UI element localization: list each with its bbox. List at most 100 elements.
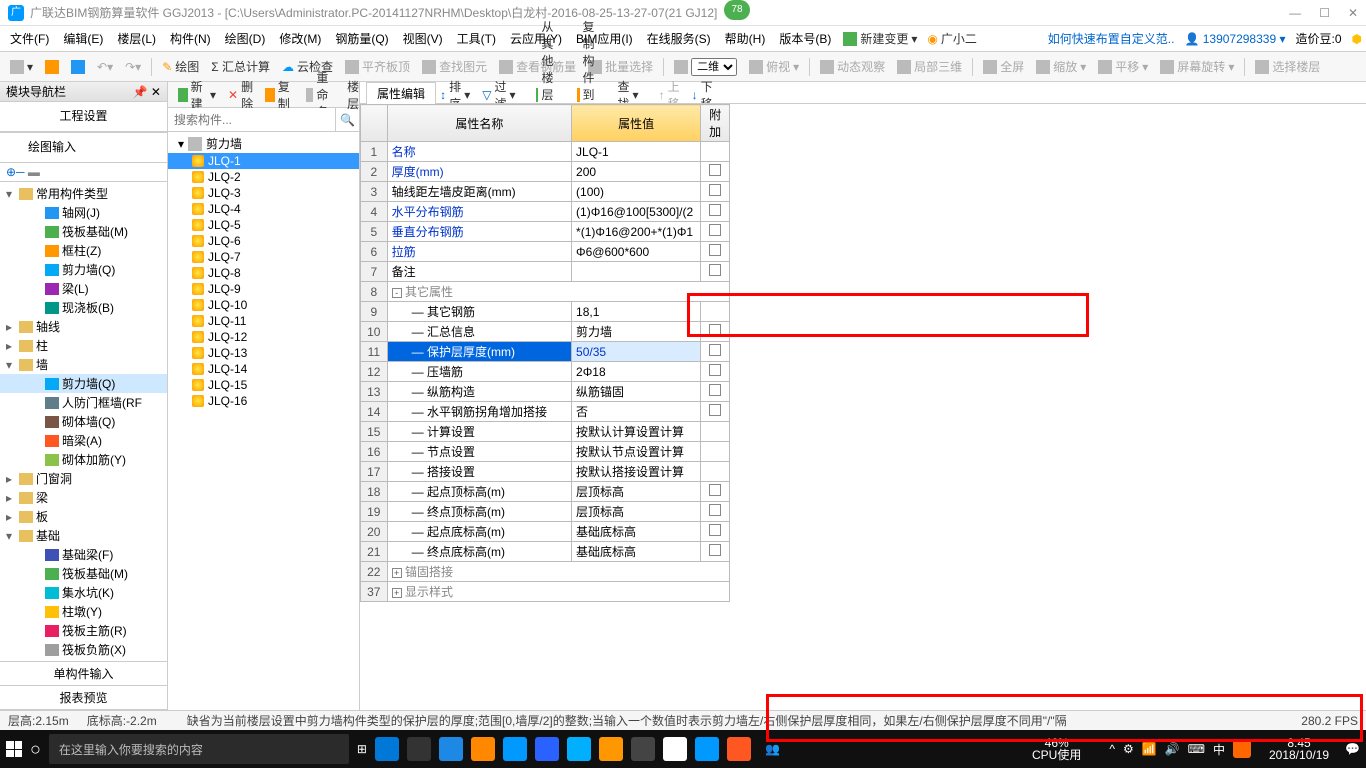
nav-tree-item[interactable]: 人防门框墙(RF (0, 393, 167, 412)
clock[interactable]: 8:452018/10/19 (1269, 737, 1329, 761)
nav-tree-item[interactable]: 梁(L) (0, 279, 167, 298)
pin-icon[interactable]: 📌 ✕ (133, 85, 161, 99)
draw-button[interactable]: ✎绘图 (158, 56, 203, 77)
tree-root[interactable]: ▾剪力墙 (168, 134, 359, 153)
select-floor-button[interactable]: 选择楼层 (1251, 56, 1324, 77)
nav-tree-item[interactable]: ▾墙 (0, 355, 167, 374)
property-row[interactable]: 22+ 锚固搭接 (361, 562, 730, 582)
component-item[interactable]: JLQ-13 (168, 345, 359, 361)
nav-tree-item[interactable]: 剪力墙(Q) (0, 374, 167, 393)
taskbar-people-icon[interactable]: 👥 (765, 742, 780, 756)
menu-help[interactable]: 帮助(H) (719, 27, 772, 50)
tray-app-icon[interactable] (1233, 740, 1251, 758)
nav-tree-item[interactable]: 基础梁(F) (0, 545, 167, 564)
component-item[interactable]: JLQ-15 (168, 377, 359, 393)
nav-tree-item[interactable]: ▾基础 (0, 526, 167, 545)
tray-kbd-icon[interactable]: ⌨ (1188, 742, 1205, 756)
user-mode[interactable]: ◉广小二 (923, 28, 981, 49)
property-row[interactable]: 10— 汇总信息剪力墙 (361, 322, 730, 342)
property-row[interactable]: 21— 终点底标高(m)基础底标高 (361, 542, 730, 562)
sum-button[interactable]: Σ 汇总计算 (207, 56, 274, 77)
component-item[interactable]: JLQ-8 (168, 265, 359, 281)
menu-view[interactable]: 视图(V) (397, 27, 449, 50)
property-row[interactable]: 1名称JLQ-1 (361, 142, 730, 162)
nav-tree-item[interactable]: ▾常用构件类型 (0, 184, 167, 203)
component-item[interactable]: JLQ-14 (168, 361, 359, 377)
taskbar-app-4[interactable] (535, 737, 559, 761)
nav-tree-item[interactable]: 现浇板(B) (0, 298, 167, 317)
nav-bottom-single[interactable]: 单构件输入 (0, 662, 167, 686)
property-row[interactable]: 11— 保护层厚度(mm)50/35 (361, 342, 730, 362)
component-item[interactable]: JLQ-4 (168, 201, 359, 217)
property-row[interactable]: 6拉筋Φ6@600*600 (361, 242, 730, 262)
nav-tab-draw[interactable]: 绘图输入 (0, 136, 167, 159)
property-row[interactable]: 9— 其它钢筋18,1 (361, 302, 730, 322)
tray-vol-icon[interactable]: 🔊 (1165, 742, 1180, 756)
menu-modify[interactable]: 修改(M) (273, 27, 327, 50)
component-item[interactable]: JLQ-10 (168, 297, 359, 313)
nav-tree-item[interactable]: 框柱(Z) (0, 241, 167, 260)
nav-tree-item[interactable]: 轴网(J) (0, 203, 167, 222)
property-row[interactable]: 13— 纵筋构造纵筋锚固 (361, 382, 730, 402)
new-file-button[interactable]: ▾ (6, 58, 37, 76)
property-row[interactable]: 4水平分布钢筋(1)Φ16@100[5300]/(2 (361, 202, 730, 222)
nav-tree-item[interactable]: ▸柱 (0, 336, 167, 355)
help-link[interactable]: 如何快速布置自定义范.. (1048, 30, 1175, 47)
nav-tree-item[interactable]: 柱墩(Y) (0, 602, 167, 621)
close-icon[interactable]: ✕ (1348, 6, 1358, 20)
component-item[interactable]: JLQ-16 (168, 393, 359, 409)
nav-tree-item[interactable]: 集水坑(K) (0, 583, 167, 602)
property-row[interactable]: 14— 水平钢筋拐角增加搭接否 (361, 402, 730, 422)
nav-tree-item[interactable]: 剪力墙(Q) (0, 260, 167, 279)
redo-button[interactable]: ↷▾ (121, 58, 145, 76)
component-item[interactable]: JLQ-5 (168, 217, 359, 233)
search-input[interactable] (168, 108, 335, 131)
taskbar-app-6[interactable] (599, 737, 623, 761)
property-row[interactable]: 37+ 显示样式 (361, 582, 730, 602)
property-row[interactable]: 2厚度(mm)200 (361, 162, 730, 182)
nav-tree-item[interactable]: 筏板主筋(R) (0, 621, 167, 640)
nav-tree-item[interactable]: ▸轴线 (0, 317, 167, 336)
nav-tree-item[interactable]: 砌体加筋(Y) (0, 450, 167, 469)
nav-tree-item[interactable]: 筏板基础(M) (0, 222, 167, 241)
new-change-button[interactable]: 新建变更▾ (839, 28, 921, 49)
undo-button[interactable]: ↶▾ (93, 58, 117, 76)
menu-component[interactable]: 构件(N) (164, 27, 217, 50)
search-icon[interactable]: 🔍 (335, 108, 359, 131)
dim-select[interactable]: 二维 (670, 56, 741, 78)
nav-tab-project[interactable]: 工程设置 (47, 105, 119, 128)
taskbar-app-9[interactable] (727, 737, 751, 761)
component-item[interactable]: JLQ-6 (168, 233, 359, 249)
taskbar-edge-icon[interactable] (439, 737, 463, 761)
tray-up-icon[interactable]: ^ (1109, 742, 1115, 756)
minimize-icon[interactable]: — (1289, 6, 1301, 20)
tray-net-icon[interactable]: ⚙ (1123, 742, 1134, 756)
user-id[interactable]: 👤 13907298339 ▾ (1184, 32, 1285, 46)
taskbar-mail-icon[interactable] (663, 737, 687, 761)
nav-tree-item[interactable]: 砌体墙(Q) (0, 412, 167, 431)
property-row[interactable]: 18— 起点顶标高(m)层顶标高 (361, 482, 730, 502)
tray-wifi-icon[interactable]: 📶 (1142, 742, 1157, 756)
task-view-icon[interactable]: ⊞ (357, 742, 367, 756)
cortana-icon[interactable]: ○ (30, 739, 41, 760)
property-row[interactable]: 17— 搭接设置按默认搭接设置计算 (361, 462, 730, 482)
taskbar-ie-icon[interactable] (503, 737, 527, 761)
component-item[interactable]: JLQ-2 (168, 169, 359, 185)
taskbar-app-5[interactable] (567, 737, 591, 761)
component-item[interactable]: JLQ-11 (168, 313, 359, 329)
menu-rebar[interactable]: 钢筋量(Q) (329, 27, 394, 50)
taskbar-app-2[interactable] (407, 737, 431, 761)
nav-tree-item[interactable]: 筏板负筋(X) (0, 640, 167, 659)
open-button[interactable] (41, 58, 63, 76)
property-row[interactable]: 3轴线距左墙皮距离(mm)(100) (361, 182, 730, 202)
notification-icon[interactable]: 💬 (1345, 742, 1360, 756)
menu-online[interactable]: 在线服务(S) (641, 27, 717, 50)
maximize-icon[interactable]: ☐ (1319, 6, 1330, 20)
property-row[interactable]: 20— 起点底标高(m)基础底标高 (361, 522, 730, 542)
taskbar-app-1[interactable] (375, 737, 399, 761)
save-button[interactable] (67, 58, 89, 76)
menu-file[interactable]: 文件(F) (4, 27, 55, 50)
taskbar-app-8[interactable] (695, 737, 719, 761)
property-row[interactable]: 15— 计算设置按默认计算设置计算 (361, 422, 730, 442)
taskbar-search[interactable]: 在这里输入你要搜索的内容 (49, 734, 349, 764)
